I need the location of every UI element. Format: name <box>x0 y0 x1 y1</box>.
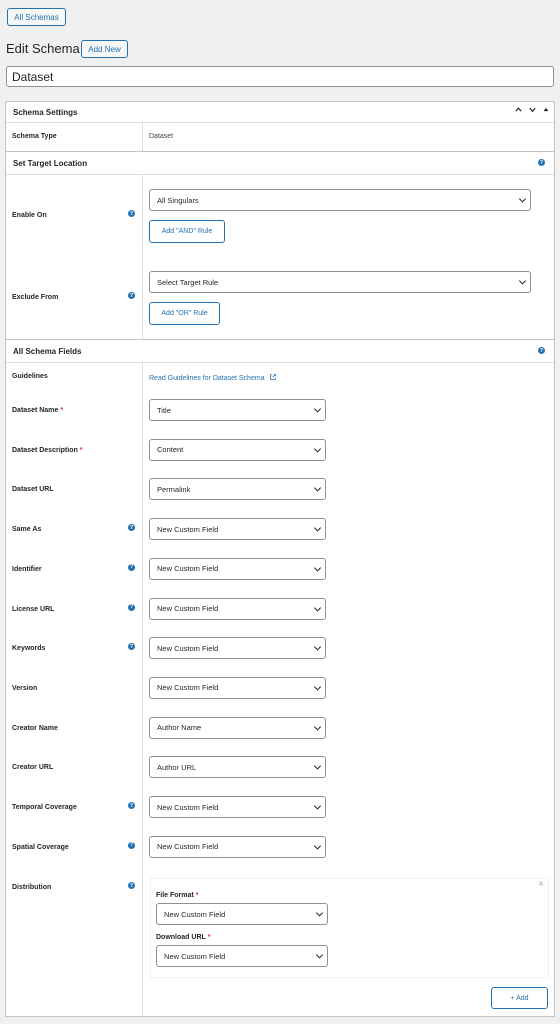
creator-url-label: Creator URL <box>12 764 54 772</box>
license-url-value: New Custom Field <box>157 604 219 613</box>
identifier-value: New Custom Field <box>157 564 219 574</box>
license-url-select[interactable]: New Custom Field <box>149 597 326 620</box>
schema-type-value: Dataset <box>149 133 174 140</box>
file-format-select[interactable]: New Custom Field <box>156 903 328 925</box>
enable-on-value: All Singulars <box>157 195 199 205</box>
exclude-from-select[interactable]: Select Target Rule <box>149 271 531 293</box>
move-down-icon[interactable] <box>528 105 537 116</box>
all-schemas-button[interactable]: All Schemas <box>7 8 66 26</box>
toggle-panel-icon[interactable] <box>542 105 550 116</box>
creator-url-select[interactable]: Author URL <box>149 756 326 779</box>
dataset-description-value: Content <box>157 445 184 455</box>
temporal-coverage-select[interactable]: New Custom Field <box>149 796 326 818</box>
dataset-description-label: Dataset Description * <box>12 446 83 454</box>
add-and-rule-button[interactable]: Add "AND" Rule <box>149 220 225 243</box>
license-url-label: License URL <box>12 605 55 613</box>
chevron-down-icon <box>313 723 322 731</box>
guidelines-link-text: Read Guidelines for Dataset Schema <box>149 375 265 382</box>
keywords-value: New Custom Field <box>157 643 219 653</box>
creator-url-value: Author URL <box>157 762 197 772</box>
guidelines-link[interactable]: Read Guidelines for Dataset Schema <box>149 373 277 382</box>
chevron-down-icon <box>313 484 322 492</box>
dataset-description-select[interactable]: Content <box>149 438 326 461</box>
chevron-down-icon <box>313 405 322 413</box>
chevron-down-icon <box>313 564 322 572</box>
keywords-select[interactable]: New Custom Field <box>149 637 326 660</box>
add-new-button[interactable]: Add New <box>81 40 128 58</box>
chevron-down-icon <box>313 524 322 532</box>
help-icon[interactable]: ? <box>128 841 135 849</box>
creator-name-value: Author Name <box>157 723 202 733</box>
download-url-label: Download URL * <box>156 934 211 941</box>
add-or-rule-button[interactable]: Add "OR" Rule <box>149 302 220 325</box>
help-icon[interactable]: ? <box>128 882 135 889</box>
version-label: Version <box>12 684 38 692</box>
help-icon[interactable]: ? <box>128 643 135 651</box>
creator-name-select[interactable]: Author Name <box>149 716 326 739</box>
version-select[interactable]: New Custom Field <box>149 676 326 699</box>
help-icon[interactable]: ? <box>128 603 135 611</box>
dataset-url-select[interactable]: Permalink <box>149 478 326 501</box>
external-link-icon <box>269 374 276 380</box>
guidelines-label: Guidelines <box>12 373 48 380</box>
spatial-coverage-value: New Custom Field <box>157 842 219 852</box>
identifier-label: Identifier <box>12 565 42 573</box>
help-icon[interactable]: ? <box>128 563 135 571</box>
schema-title-input[interactable]: Dataset <box>6 66 554 87</box>
dataset-name-select[interactable]: Title <box>149 399 326 421</box>
close-icon[interactable]: × <box>538 879 544 890</box>
same-as-label: Same As <box>12 526 42 534</box>
same-as-select[interactable]: New Custom Field <box>149 518 326 541</box>
file-format-value: New Custom Field <box>164 909 226 919</box>
schema-settings-panel: Schema Settings Schema Type Dataset Set … <box>5 101 555 1017</box>
help-icon[interactable]: ? <box>128 292 135 299</box>
download-url-value: New Custom Field <box>164 951 226 961</box>
chevron-down-icon <box>313 603 322 612</box>
chevron-down-icon <box>313 643 322 651</box>
move-up-icon[interactable] <box>514 105 523 116</box>
creator-name-label: Creator Name <box>12 724 58 732</box>
spatial-coverage-select[interactable]: New Custom Field <box>149 835 326 858</box>
download-url-select[interactable]: New Custom Field <box>156 945 328 967</box>
help-icon[interactable]: ? <box>128 524 135 532</box>
chevron-down-icon <box>518 195 527 203</box>
file-format-label: File Format * <box>156 892 199 899</box>
chevron-down-icon <box>315 909 324 917</box>
schema-type-label: Schema Type <box>12 133 57 140</box>
temporal-coverage-label: Temporal Coverage <box>12 804 77 811</box>
chevron-down-icon <box>313 762 322 770</box>
chevron-down-icon <box>313 842 322 850</box>
exclude-from-label: Exclude From <box>12 294 59 301</box>
schema-fields-header: All Schema Fields <box>13 347 82 356</box>
keywords-label: Keywords <box>12 645 46 653</box>
distribution-label: Distribution <box>12 884 52 891</box>
enable-on-label: Enable On <box>12 212 47 219</box>
version-value: New Custom Field <box>157 683 219 693</box>
help-icon[interactable]: ? <box>538 347 545 354</box>
enable-on-select[interactable]: All Singulars <box>149 189 531 211</box>
spatial-coverage-label: Spatial Coverage <box>12 843 69 851</box>
help-icon[interactable]: ? <box>538 159 545 166</box>
chevron-down-icon <box>313 683 322 691</box>
dataset-name-label: Dataset Name * <box>12 407 64 414</box>
schema-settings-header: Schema Settings <box>13 108 78 117</box>
exclude-from-value: Select Target Rule <box>157 277 219 287</box>
chevron-down-icon <box>313 802 322 810</box>
same-as-value: New Custom Field <box>157 524 219 534</box>
add-distribution-button[interactable]: + Add <box>491 987 548 1009</box>
target-location-header: Set Target Location <box>13 159 88 168</box>
dataset-url-label: Dataset URL <box>12 486 54 494</box>
chevron-down-icon <box>518 277 527 285</box>
chevron-down-icon <box>315 951 324 959</box>
help-icon[interactable]: ? <box>128 210 135 217</box>
help-icon[interactable]: ? <box>128 802 135 809</box>
dataset-name-value: Title <box>157 405 171 415</box>
page-title: Edit Schema <box>6 41 80 56</box>
temporal-coverage-value: New Custom Field <box>157 802 219 812</box>
identifier-select[interactable]: New Custom Field <box>149 557 326 580</box>
distribution-repeater: × File Format * New Custom Field Download… <box>150 878 549 978</box>
dataset-url-value: Permalink <box>157 484 191 494</box>
chevron-down-icon <box>313 445 322 453</box>
